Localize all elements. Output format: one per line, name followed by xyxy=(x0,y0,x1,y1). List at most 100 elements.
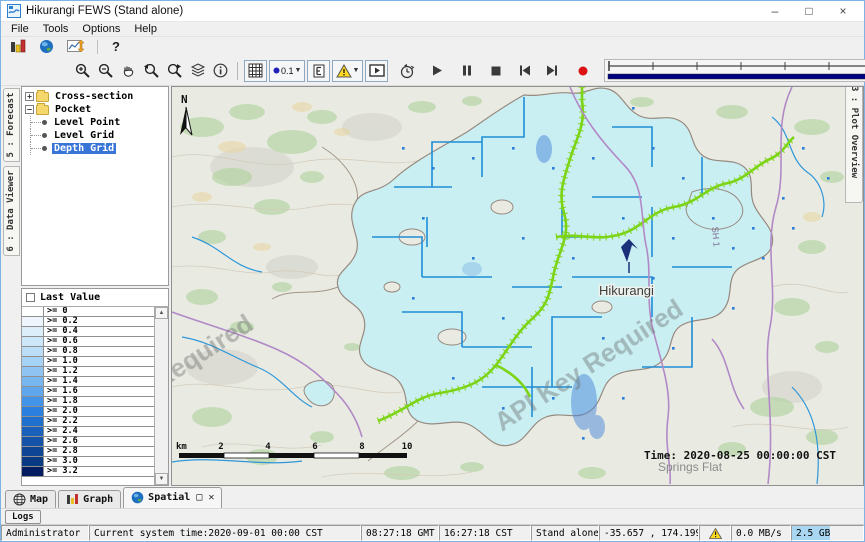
time-slider[interactable] xyxy=(604,59,865,82)
legend-scrollbar[interactable]: ▲ ▼ xyxy=(155,307,168,485)
info-icon[interactable] xyxy=(209,60,232,82)
play-button[interactable] xyxy=(426,60,449,82)
legend-row[interactable]: >= 1.4 xyxy=(22,377,154,387)
legend-row[interactable]: >= 0.4 xyxy=(22,327,154,337)
contour-interval-value: 0.1 xyxy=(281,66,294,76)
bullet-icon xyxy=(42,120,47,125)
menu-file[interactable]: File xyxy=(5,23,35,35)
animation-panel-button[interactable] xyxy=(365,60,388,82)
close-icon[interactable]: × xyxy=(826,1,860,21)
legend-row[interactable]: >= 2.4 xyxy=(22,427,154,437)
map-canvas[interactable]: Hikurangi Springs Flat SH 1 API Key Requ… xyxy=(172,87,848,485)
legend-swatch xyxy=(22,457,44,466)
layer-tree[interactable]: + Cross-section − Pocket Level Point xyxy=(21,86,169,286)
legend-swatch xyxy=(22,387,44,396)
legend-row[interactable]: >= 2.6 xyxy=(22,437,154,447)
timeseries-icon[interactable] xyxy=(64,36,87,58)
legend-swatch xyxy=(22,327,44,336)
svg-text:N: N xyxy=(181,93,188,106)
legend-swatch xyxy=(22,377,44,386)
collapse-icon[interactable]: − xyxy=(25,105,34,114)
legend-row[interactable]: >= 1.6 xyxy=(22,387,154,397)
tab-forecast[interactable]: 5 : Forecast xyxy=(3,88,20,162)
animation-timer-icon[interactable] xyxy=(395,60,418,82)
step-forward-button[interactable] xyxy=(540,60,563,82)
map-globe-icon[interactable] xyxy=(35,36,58,58)
tree-item-pocket[interactable]: − Pocket xyxy=(25,103,168,116)
tab-maximize-icon[interactable]: □ xyxy=(196,492,202,503)
step-back-button[interactable] xyxy=(513,60,536,82)
legend-row[interactable]: >= 1.2 xyxy=(22,367,154,377)
minimize-icon[interactable]: – xyxy=(758,1,792,21)
stop-button[interactable] xyxy=(484,60,507,82)
legend-edit-button[interactable] xyxy=(307,60,330,82)
logs-button[interactable]: Logs xyxy=(5,510,41,524)
status-memory: 2.5 GB xyxy=(791,525,864,541)
tree-connector xyxy=(30,129,42,142)
record-button[interactable] xyxy=(571,60,594,82)
legend-row[interactable]: >= 2.2 xyxy=(22,417,154,427)
map-view[interactable]: Hikurangi Springs Flat SH 1 API Key Requ… xyxy=(171,86,864,486)
menu-help[interactable]: Help xyxy=(128,23,163,35)
legend-row[interactable]: >= 0.6 xyxy=(22,337,154,347)
legend-row[interactable]: >= 0.2 xyxy=(22,317,154,327)
status-local-time: 16:27:18 CST xyxy=(439,525,531,541)
tree-item-cross-section[interactable]: + Cross-section xyxy=(25,90,168,103)
legend-label: >= 2.6 xyxy=(44,437,154,446)
grid-display-button[interactable] xyxy=(244,60,267,82)
scroll-down-icon[interactable]: ▼ xyxy=(155,473,168,485)
chevron-down-icon: ▼ xyxy=(295,67,302,74)
tab-close-icon[interactable]: ✕ xyxy=(208,492,214,503)
zoom-previous-icon[interactable] xyxy=(140,60,163,82)
svg-text:8: 8 xyxy=(359,442,364,452)
legend-label: >= 1.4 xyxy=(44,377,154,386)
legend-row[interactable]: >= 2.8 xyxy=(22,447,154,457)
legend-header: Last Value xyxy=(22,289,168,307)
legend-row[interactable]: >= 1.0 xyxy=(22,357,154,367)
pan-hand-icon[interactable] xyxy=(117,60,140,82)
legend-swatch xyxy=(22,417,44,426)
zoom-out-icon[interactable] xyxy=(94,60,117,82)
expand-icon[interactable]: + xyxy=(25,92,34,101)
scroll-up-icon[interactable]: ▲ xyxy=(155,307,168,319)
app-icon xyxy=(7,4,21,18)
pause-button[interactable] xyxy=(455,60,478,82)
road-label: SH 1 xyxy=(710,226,722,247)
svg-text:10: 10 xyxy=(402,442,413,452)
help-button[interactable]: ? xyxy=(108,39,124,54)
legend-label: >= 0.8 xyxy=(44,347,154,356)
legend-row[interactable]: >= 0.8 xyxy=(22,347,154,357)
tree-item-depth-grid[interactable]: Depth Grid xyxy=(25,142,168,155)
legend-label: >= 0.2 xyxy=(44,317,154,326)
legend-swatch xyxy=(22,447,44,456)
legend-row[interactable]: >= 3.2 xyxy=(22,467,154,477)
tab-spatial[interactable]: Spatial □ ✕ xyxy=(123,487,222,508)
last-value-checkbox[interactable] xyxy=(26,293,35,302)
status-warning-icon[interactable] xyxy=(699,525,731,541)
tab-graph[interactable]: Graph xyxy=(58,490,121,508)
maximize-icon[interactable]: □ xyxy=(792,1,826,21)
legend-row[interactable]: >= 2.0 xyxy=(22,407,154,417)
tree-connector xyxy=(30,142,42,155)
zoom-next-icon[interactable] xyxy=(163,60,186,82)
globe-icon xyxy=(131,491,144,504)
menu-options[interactable]: Options xyxy=(76,23,126,35)
legend-row[interactable]: >= 0 xyxy=(22,307,154,317)
legend-swatch xyxy=(22,307,44,316)
warning-dropdown[interactable]: ▼ xyxy=(332,60,363,82)
database-icon[interactable] xyxy=(6,36,29,58)
tree-item-level-point[interactable]: Level Point xyxy=(25,116,168,129)
legend-swatch xyxy=(22,427,44,436)
legend-row[interactable]: >= 3.0 xyxy=(22,457,154,467)
tab-map[interactable]: Map xyxy=(5,490,56,508)
menu-tools[interactable]: Tools xyxy=(37,23,75,35)
legend-row[interactable]: >= 1.8 xyxy=(22,397,154,407)
layers-icon[interactable] xyxy=(186,60,209,82)
tree-item-level-grid[interactable]: Level Grid xyxy=(25,129,168,142)
zoom-in-icon[interactable] xyxy=(71,60,94,82)
legend-label: >= 0.6 xyxy=(44,337,154,346)
wire-globe-icon xyxy=(13,493,26,506)
contour-interval-dropdown[interactable]: 0.1 ▼ xyxy=(269,60,305,82)
tab-data-viewer[interactable]: 6 : Data Viewer xyxy=(3,166,20,256)
tab-plot-overview[interactable]: 3 : Plot Overview xyxy=(845,86,863,203)
